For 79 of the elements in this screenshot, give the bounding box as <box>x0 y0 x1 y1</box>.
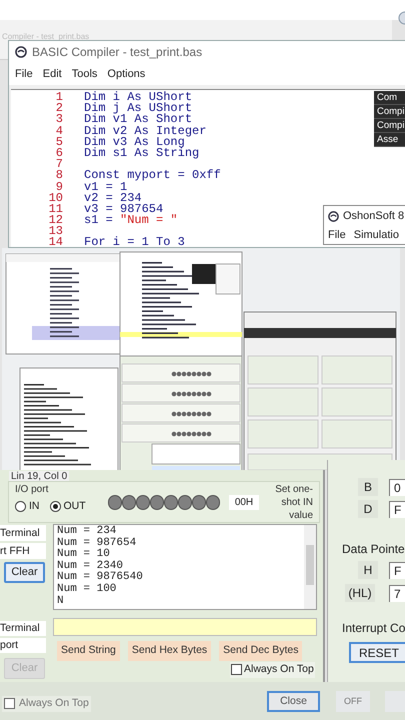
code-line: For i = 1 To 3 <box>84 237 185 247</box>
app-icon <box>15 46 27 58</box>
terminal-label: Terminal <box>0 621 46 636</box>
menu-item[interactable]: Options <box>107 66 146 82</box>
group-title: Interrupt Co <box>342 620 405 637</box>
output-line: Num = 2340 <box>57 560 124 572</box>
register-label: D <box>358 500 378 518</box>
send-button[interactable]: Send String <box>57 641 120 661</box>
group-title: Data Pointe <box>342 541 405 558</box>
terminal-label: port <box>0 638 46 653</box>
code-line: Dim i As UShort <box>84 92 192 104</box>
line-number: 8 <box>54 170 63 182</box>
line-number: 3 <box>54 114 63 126</box>
output-line: Num = 100 <box>57 584 118 596</box>
panel-title: I/O port <box>15 483 48 497</box>
output-line: Num = 9876540 <box>57 572 144 584</box>
close-button[interactable]: Close <box>267 691 320 712</box>
line-number: 10 <box>48 192 63 204</box>
register-value: 7 <box>389 585 405 602</box>
line-number: 11 <box>48 204 63 216</box>
terminal-input[interactable] <box>53 618 317 636</box>
terminal-label: rt FFH <box>0 543 46 559</box>
register-label: H <box>358 561 378 579</box>
line-number: 1 <box>54 92 63 104</box>
radio-option[interactable]: IN <box>15 499 40 515</box>
code-line: v2 = 234 <box>84 192 142 204</box>
code-line: Dim v1 As Short <box>84 114 192 126</box>
output-line: Num = 987654 <box>57 538 138 549</box>
register-value: 0 <box>389 479 405 496</box>
menu-item[interactable]: File <box>328 226 346 244</box>
code-line: v3 = 987654 <box>84 204 164 216</box>
window-title: BASIC Compiler - test_print.bas <box>32 44 202 61</box>
line-number: 4 <box>54 126 63 137</box>
code-editor[interactable] <box>11 89 405 247</box>
code-line: Dim v2 As Integer <box>84 126 206 137</box>
set-input-label: Set one-shot IN value <box>274 483 313 522</box>
send-button[interactable]: Send Dec Bytes <box>219 641 302 661</box>
line-number: 2 <box>54 103 63 114</box>
tool-button[interactable]: Compi <box>374 105 405 119</box>
code-line: v1 = 1 <box>84 182 128 193</box>
off-button[interactable]: OFF <box>336 691 370 712</box>
tool-button[interactable]: Compil <box>374 119 405 133</box>
line-number: 7 <box>54 159 63 170</box>
menu-item[interactable]: Tools <box>72 66 98 82</box>
code-line: Const myport = 0xff <box>84 170 221 182</box>
app-icon <box>328 210 339 222</box>
port-value: 00H <box>229 495 259 510</box>
output-line: Num = 234 <box>57 526 118 538</box>
menu-item[interactable]: File <box>15 66 33 82</box>
code-line: s1 = "Num = " <box>84 215 178 226</box>
send-button[interactable]: Send Hex Bytes <box>128 641 212 661</box>
register-label: (HL) <box>345 584 375 602</box>
scrollbar[interactable] <box>304 525 316 609</box>
line-number: 12 <box>48 215 63 226</box>
tool-button[interactable]: Com <box>374 91 405 105</box>
terminal-label: Terminal <box>0 525 46 541</box>
code-line: Dim s1 As String <box>84 148 200 160</box>
register-value: F <box>389 562 405 579</box>
radio-option[interactable]: OUT <box>50 499 86 515</box>
line-number: 6 <box>54 148 63 160</box>
register-value: F <box>389 501 405 518</box>
line-number: 14 <box>48 237 63 247</box>
code-line: Dim v3 As Long <box>84 136 185 148</box>
status-text: Lin 19, Col 0 <box>9 471 70 482</box>
menu-item[interactable]: Edit <box>42 66 62 82</box>
always-on-top-checkbox[interactable]: Always On Top <box>2 696 91 712</box>
reset-button[interactable]: RESET <box>349 642 405 663</box>
code-line: Dim j As UShort <box>84 103 192 114</box>
output-line: Num = 10 <box>57 549 111 560</box>
tool-button[interactable]: Asse <box>374 133 405 147</box>
menu-item[interactable]: Simulatio <box>354 226 399 244</box>
output-line: N <box>57 596 65 608</box>
register-label: B <box>358 478 378 496</box>
clear-button[interactable]: Clear <box>4 562 45 583</box>
line-number: 9 <box>56 182 63 193</box>
line-number: 13 <box>48 226 63 238</box>
line-number: 5 <box>54 136 63 148</box>
window-title: OshonSoft 8 <box>343 208 404 224</box>
always-on-top-checkbox[interactable]: Always On Top <box>230 662 315 678</box>
